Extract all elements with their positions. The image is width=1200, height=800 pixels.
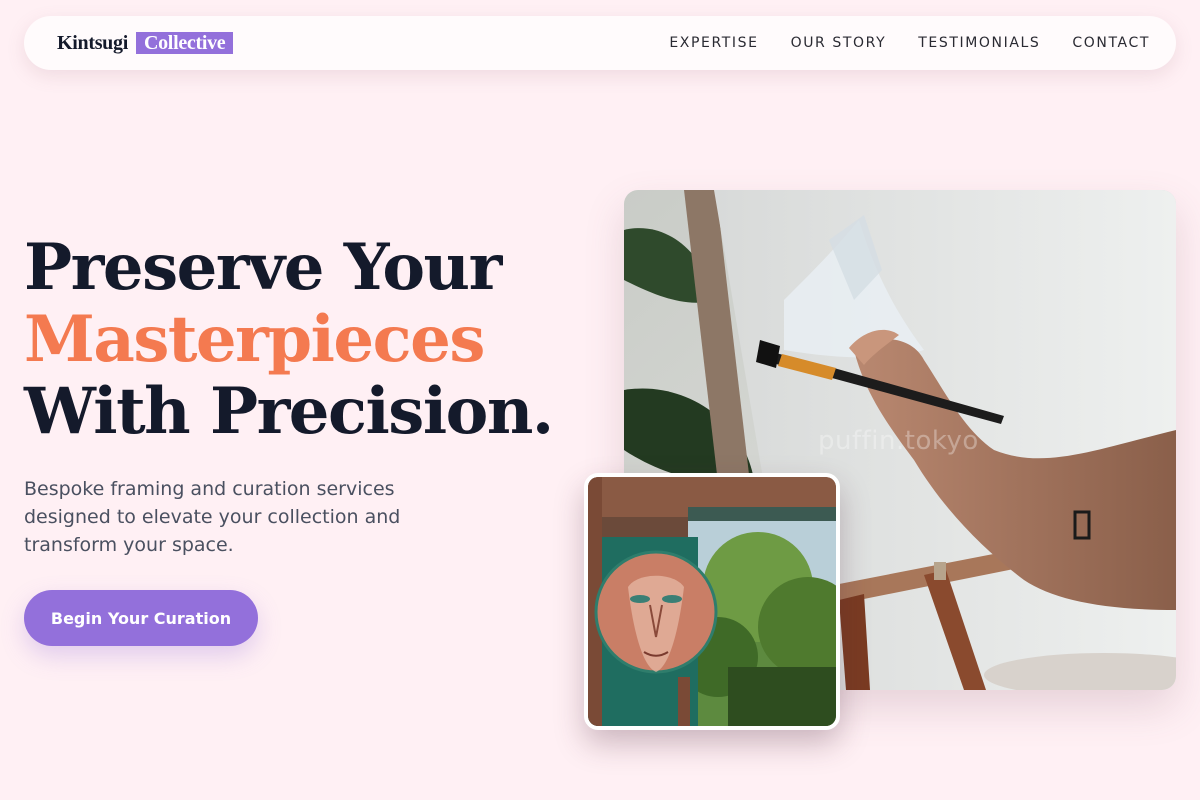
hero-headline: Preserve Your Masterpieces With Precisio…: [24, 232, 584, 448]
headline-line-1: Preserve Your: [24, 230, 502, 305]
top-navbar: Kintsugi Collective EXPERTISE OUR STORY …: [24, 16, 1176, 70]
brand-logo[interactable]: Kintsugi Collective: [57, 31, 234, 55]
hero-subtitle: Bespoke framing and curation services de…: [24, 478, 401, 556]
face-artwork-image: [584, 473, 840, 730]
nav-link-expertise[interactable]: EXPERTISE: [669, 35, 758, 51]
face-artwork-illustration: [588, 477, 836, 726]
begin-curation-button[interactable]: Begin Your Curation: [24, 590, 258, 646]
logo-accent-text: Collective: [135, 32, 234, 54]
landing-page: Kintsugi Collective EXPERTISE OUR STORY …: [0, 0, 1200, 800]
nav-link-contact[interactable]: CONTACT: [1072, 35, 1150, 51]
nav-links: EXPERTISE OUR STORY TESTIMONIALS CONTACT: [669, 35, 1150, 51]
nav-link-testimonials[interactable]: TESTIMONIALS: [918, 35, 1040, 51]
nav-link-our-story[interactable]: OUR STORY: [791, 35, 887, 51]
logo-primary-text: Kintsugi: [57, 31, 128, 54]
headline-line-3: With Precision.: [24, 374, 554, 449]
image-watermark: puffin.tokyo: [818, 426, 979, 456]
headline-line-2-accent: Masterpieces: [24, 302, 485, 377]
